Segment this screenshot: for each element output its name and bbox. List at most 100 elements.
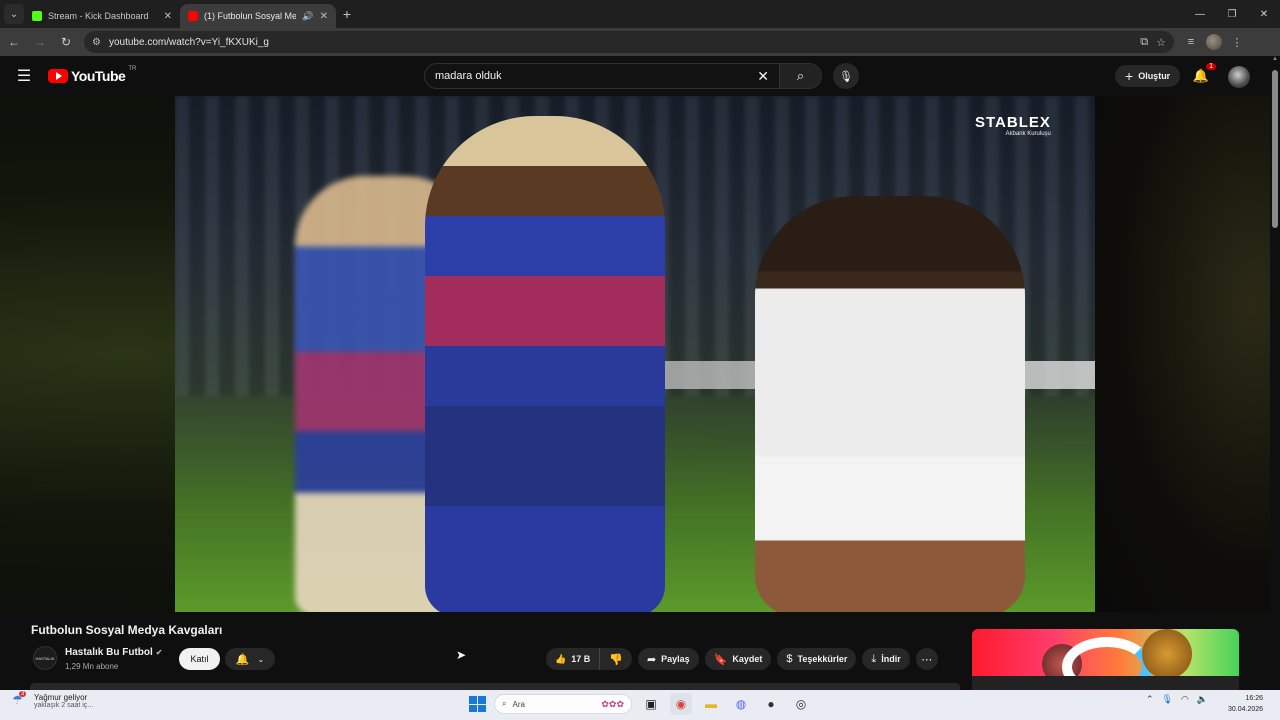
hamburger-menu-icon[interactable]: ☰ <box>0 66 48 86</box>
taskbar-clock[interactable]: 16:26 30.04.2026 <box>1228 693 1263 715</box>
channel-name[interactable]: Hastalık Bu Futbol <box>65 647 153 658</box>
kick-favicon-icon <box>32 11 42 21</box>
download-button[interactable]: ⤓ İndir <box>862 648 910 670</box>
like-button[interactable]: 👍 17 B <box>546 648 601 670</box>
file-explorer-icon[interactable]: ▬ <box>700 693 722 715</box>
country-code: TR <box>128 66 137 72</box>
share-icon: ➦ <box>646 653 657 666</box>
volume-icon[interactable]: 🔈 <box>1197 694 1208 705</box>
download-icon: ⤓ <box>871 652 877 665</box>
clock-date: 30.04.2026 <box>1228 706 1264 713</box>
window-controls: — ❐ ✕ <box>1184 0 1280 28</box>
ad-figure <box>1142 629 1192 679</box>
windows-start-icon[interactable] <box>468 695 486 713</box>
profile-avatar[interactable] <box>1206 34 1222 50</box>
windows-taskbar: ☂ 3 Yağmur geliyor yaklaşık 2 saat iç... … <box>0 690 1280 720</box>
taskbar-search-placeholder: Ara <box>512 699 525 709</box>
close-window-icon[interactable]: ✕ <box>1248 0 1280 28</box>
thumbs-up-icon: 👍 <box>555 653 567 664</box>
bell-icon: 🔔 <box>235 653 250 666</box>
user-avatar[interactable] <box>1228 66 1250 88</box>
clock-time: 16:26 <box>1245 695 1264 702</box>
like-count: 17 B <box>571 654 591 664</box>
back-button[interactable]: ← <box>2 30 26 54</box>
youtube-play-icon <box>48 69 68 83</box>
obs-icon[interactable]: ● <box>760 693 782 715</box>
weather-widget[interactable]: ☂ 3 Yağmur geliyor yaklaşık 2 saat iç... <box>12 691 94 709</box>
video-player[interactable]: STABLEX Akbank Kuruluşu <box>175 96 1095 612</box>
share-button[interactable]: ➦ Paylaş <box>637 648 699 670</box>
youtube-wordmark: YouTube <box>71 68 126 84</box>
thanks-button[interactable]: $ Teşekkürler <box>777 648 857 670</box>
sponsor-name: STABLEX <box>975 114 1051 131</box>
search-query[interactable]: madara olduk <box>435 70 757 82</box>
tab-search-button[interactable]: ⌄ <box>4 4 24 24</box>
rain-icon: ☂ 3 <box>12 691 27 707</box>
weather-title: Yağmur geliyor <box>34 693 88 702</box>
address-bar[interactable]: ⚙ youtube.com/watch?v=Yi_fKXUKi_g ⧉ ☆ <box>84 31 1174 53</box>
sponsor-tagline: Akbank Kuruluşu <box>1005 131 1051 137</box>
real-madrid-player-figure <box>755 196 1025 612</box>
bookmark-star-icon[interactable]: ☆ <box>1156 36 1166 49</box>
save-button[interactable]: 🔖 Kaydet <box>704 648 772 670</box>
page-scrollbar[interactable]: ▲ <box>1270 56 1280 690</box>
notification-badge: 1 <box>1206 63 1216 70</box>
tab-youtube-video[interactable]: (1) Futbolun Sosyal Medya 🔊 ✕ <box>180 4 336 28</box>
channel-name-row[interactable]: Hastalık Bu Futbol ✔ <box>65 647 163 658</box>
system-tray: ⌃ 🎙 ◠ 🔈 <box>1146 694 1208 705</box>
thanks-label: Teşekkürler <box>797 654 848 664</box>
speaker-icon[interactable]: 🔊 <box>302 11 313 22</box>
tab-title: Stream - Kick Dashboard <box>48 11 149 21</box>
dislike-button[interactable]: 👎 <box>600 648 632 670</box>
taskbar-apps: ⌕ Ara ✿✿✿ ▣ ◉ ▬ ◍ ● ◎ <box>468 693 812 715</box>
search-button[interactable]: ⌕ <box>780 63 822 89</box>
site-info-icon[interactable]: ⚙ <box>92 37 101 48</box>
weather-subtitle: yaklaşık 2 saat iç... <box>34 702 94 709</box>
video-title: Futbolun Sosyal Medya Kavgaları <box>31 623 223 637</box>
chrome-menu-icon[interactable]: ⋮ <box>1228 36 1246 49</box>
minimize-icon[interactable]: — <box>1184 0 1216 28</box>
task-view-icon[interactable]: ▣ <box>640 693 662 715</box>
notifications-bell-icon[interactable]: 🔔 1 <box>1192 63 1216 85</box>
create-label: Oluştur <box>1138 71 1171 81</box>
weather-badge: 3 <box>19 691 27 697</box>
save-label: Kaydet <box>732 654 763 664</box>
mouse-cursor-icon: ➤ <box>456 648 467 662</box>
like-dislike-group: 👍 17 B 👎 <box>546 648 632 670</box>
search-icon: ⌕ <box>502 699 507 708</box>
chevron-up-icon[interactable]: ⌃ <box>1146 694 1154 705</box>
microphone-icon[interactable]: 🎙 <box>1162 694 1173 705</box>
channel-avatar-text: HASTALIK <box>35 655 55 661</box>
clear-search-icon[interactable]: ✕ <box>757 68 769 85</box>
description-panel-edge <box>30 683 960 690</box>
browser-toolbar: ← → ↻ ⚙ youtube.com/watch?v=Yi_fKXUKi_g … <box>0 28 1280 56</box>
steam-icon[interactable]: ◎ <box>790 693 812 715</box>
tab-kick-dashboard[interactable]: Stream - Kick Dashboard ✕ <box>24 4 180 28</box>
chrome-icon[interactable]: ◉ <box>670 693 692 715</box>
forward-button[interactable]: → <box>28 30 52 54</box>
verified-icon: ✔ <box>155 648 163 657</box>
create-button[interactable]: + Oluştur <box>1115 65 1181 87</box>
wifi-icon[interactable]: ◠ <box>1181 694 1189 705</box>
discord-icon[interactable]: ◍ <box>730 693 752 715</box>
install-app-icon[interactable]: ⧉ <box>1140 36 1148 49</box>
subscription-bell-button[interactable]: 🔔 ⌄ <box>225 648 275 670</box>
search-input[interactable]: madara olduk ✕ <box>424 63 780 89</box>
tab-title: (1) Futbolun Sosyal Medya <box>204 11 297 21</box>
taskbar-search[interactable]: ⌕ Ara ✿✿✿ <box>494 694 632 714</box>
maximize-icon[interactable]: ❐ <box>1216 0 1248 28</box>
channel-avatar[interactable]: HASTALIK <box>33 646 57 670</box>
more-actions-icon[interactable]: ⋯ <box>915 648 938 670</box>
media-controls-icon[interactable]: ≡ <box>1182 36 1200 48</box>
subscriber-count: 1,29 Mn abone <box>65 662 119 671</box>
voice-search-icon[interactable]: 🎙 <box>833 63 859 89</box>
scrollbar-thumb[interactable] <box>1272 70 1278 228</box>
close-icon[interactable]: ✕ <box>164 11 172 22</box>
youtube-logo[interactable]: YouTube TR <box>48 66 137 84</box>
join-button[interactable]: Katıl <box>179 648 220 670</box>
new-tab-button[interactable]: + <box>336 6 358 22</box>
reload-button[interactable]: ↻ <box>54 30 78 54</box>
close-icon[interactable]: ✕ <box>320 11 328 22</box>
url-text[interactable]: youtube.com/watch?v=Yi_fKXUKi_g <box>109 37 1132 48</box>
scroll-up-icon[interactable]: ▲ <box>1270 56 1280 62</box>
